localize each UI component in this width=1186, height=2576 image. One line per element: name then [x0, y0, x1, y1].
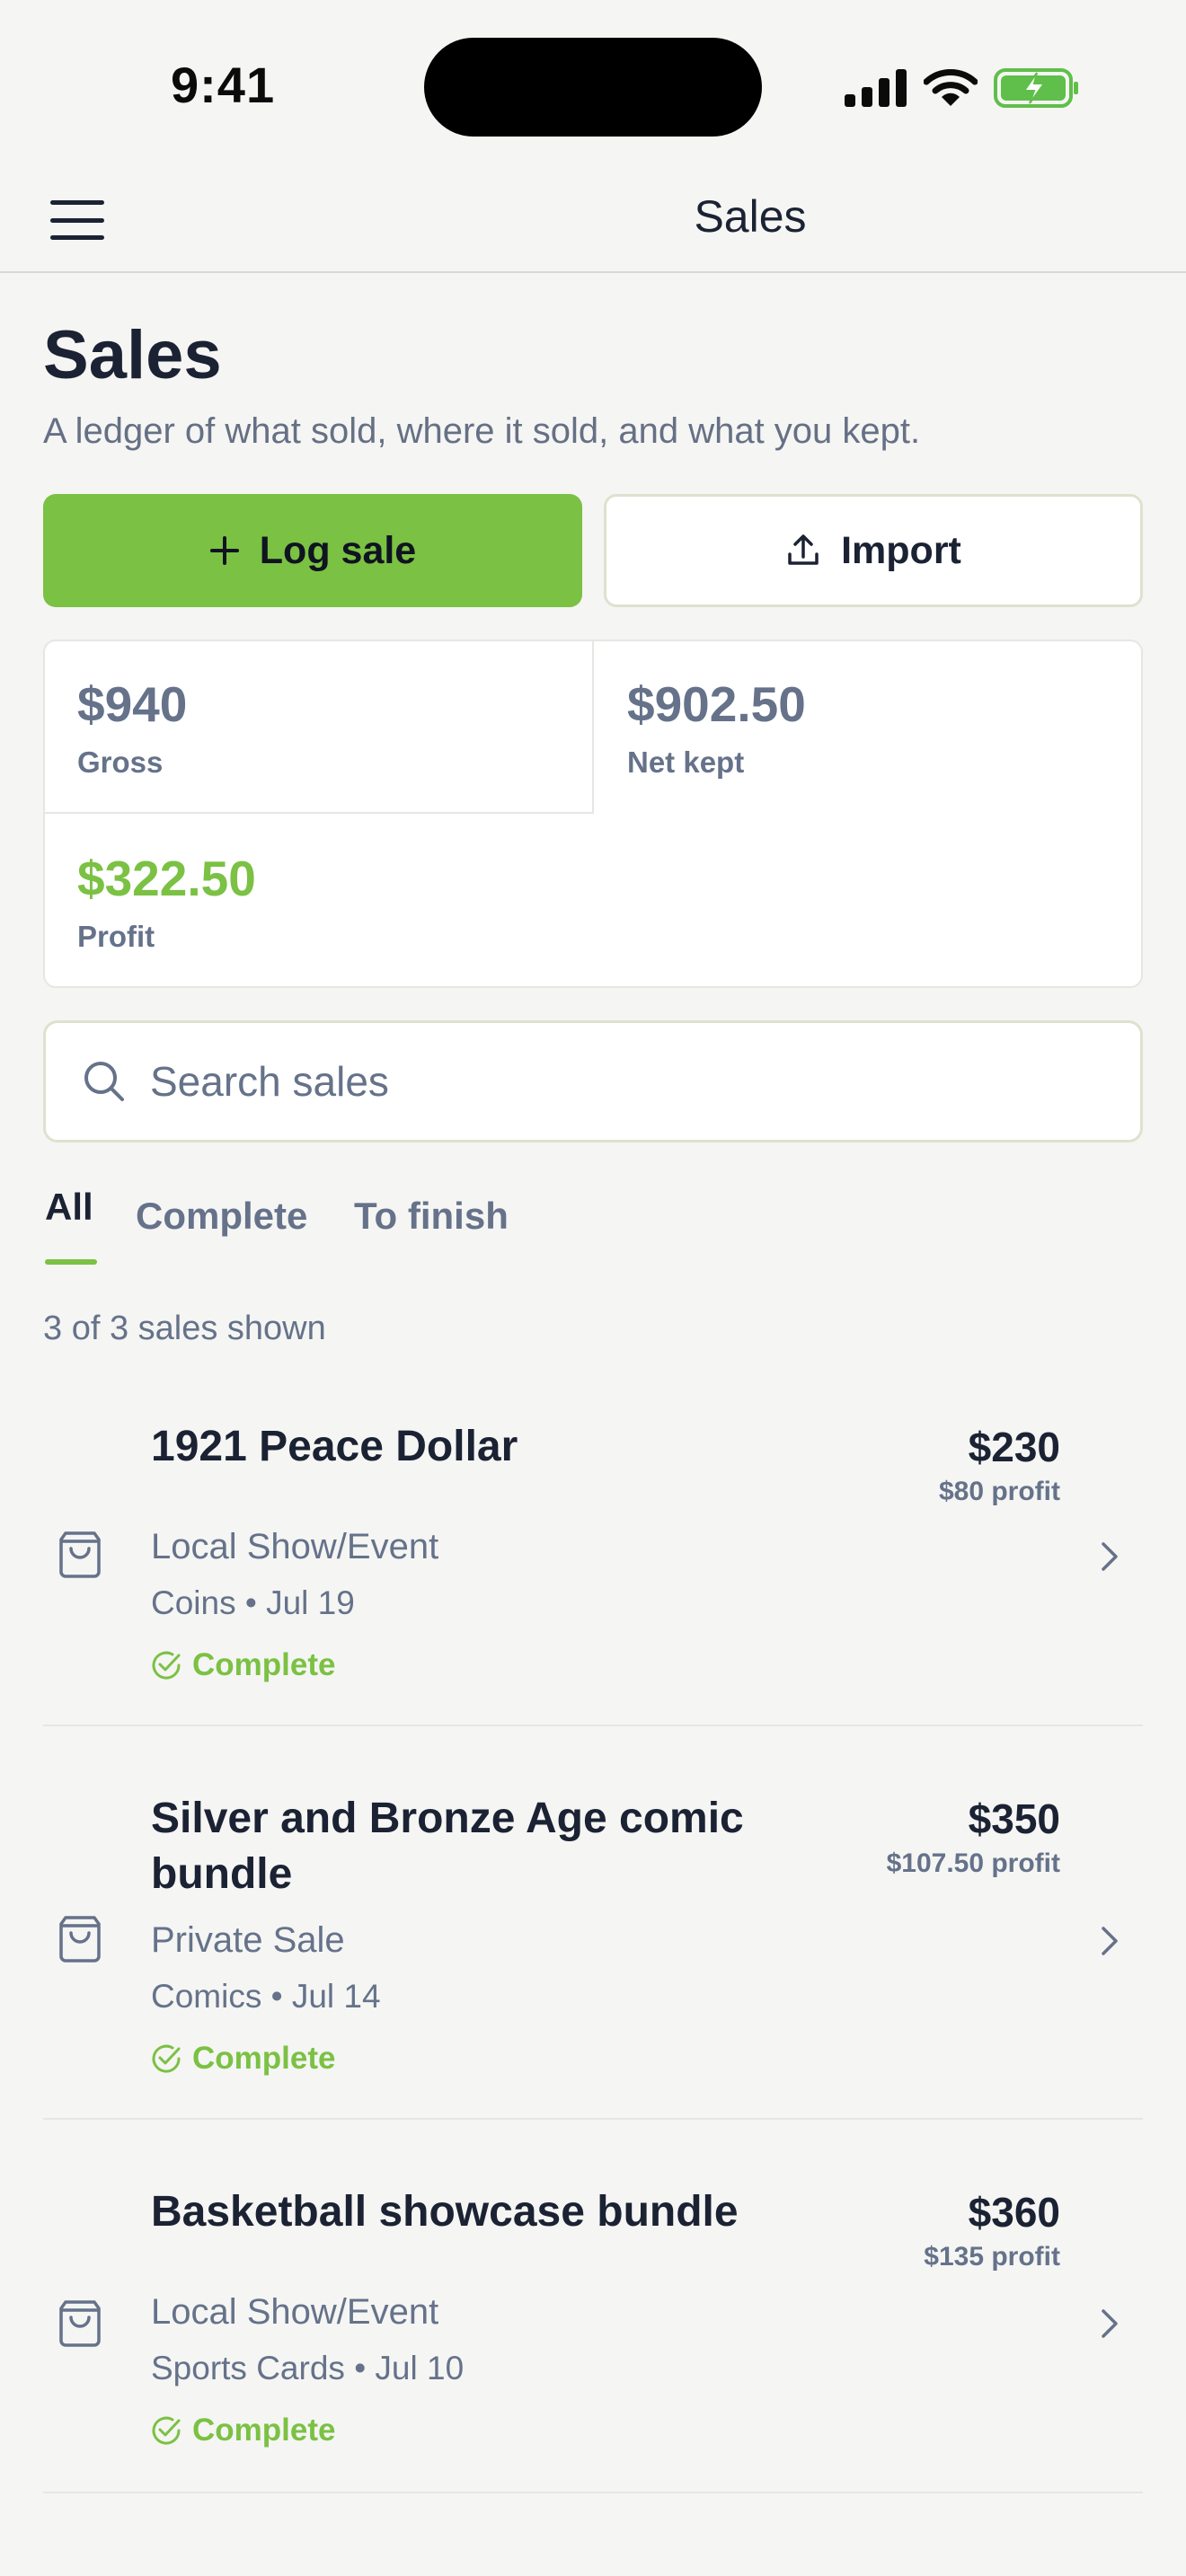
tab-complete[interactable]: Complete: [136, 1195, 307, 1238]
sale-price: $230: [968, 1424, 1060, 1470]
page-subtitle: A ledger of what sold, where it sold, an…: [43, 411, 921, 451]
status-label: Complete: [192, 1647, 336, 1682]
shopping-bag-icon: [59, 2300, 101, 2347]
search-input[interactable]: Search sales: [43, 1020, 1143, 1142]
profit-label: Profit: [77, 920, 155, 953]
row-divider: [43, 2492, 1143, 2493]
shopping-bag-icon: [59, 1531, 101, 1578]
signal-icon: [845, 69, 907, 107]
sale-status: Complete: [151, 2413, 335, 2448]
check-circle-icon: [152, 1651, 181, 1680]
sale-title-line-1: Silver and Bronze Age comic: [151, 1795, 744, 1842]
results-count: 3 of 3 sales shown: [43, 1310, 326, 1347]
gross-label: Gross: [77, 745, 164, 779]
dynamic-island: [424, 38, 762, 137]
check-circle-icon: [152, 2044, 181, 2073]
sale-meta: Coins • Jul 19: [151, 1584, 355, 1621]
log-sale-button[interactable]: Log sale: [43, 494, 582, 607]
search-icon: [84, 1062, 124, 1101]
wifi-icon: [924, 69, 978, 106]
sale-title-line-2: bundle: [151, 1850, 293, 1898]
status-label: Complete: [192, 2041, 336, 2076]
chevron-right-icon: [1102, 1927, 1118, 1955]
import-label: Import: [841, 528, 961, 572]
status-label: Complete: [192, 2413, 336, 2448]
tab-all[interactable]: All: [45, 1186, 93, 1229]
log-sale-label: Log sale: [259, 528, 417, 572]
sale-status: Complete: [151, 1647, 335, 1683]
shopping-bag-icon: [59, 1916, 101, 1963]
import-button[interactable]: Import: [604, 494, 1143, 607]
sale-source: Local Show/Event: [151, 2292, 439, 2332]
sale-profit: $107.50 profit: [886, 1848, 1060, 1878]
stats-divider: [592, 641, 594, 814]
plus-icon: [209, 536, 239, 565]
net-kept-value: $902.50: [627, 676, 806, 732]
sale-title: Basketball showcase bundle: [151, 2188, 739, 2236]
chevron-right-icon: [1102, 2309, 1118, 2338]
page-title: Sales: [43, 317, 222, 393]
tab-to-finish[interactable]: To finish: [354, 1195, 509, 1238]
sale-source: Local Show/Event: [151, 1527, 439, 1566]
sale-price: $360: [968, 2189, 1060, 2236]
tab-all-underline: [45, 1259, 97, 1265]
sale-title: 1921 Peace Dollar: [151, 1423, 518, 1470]
sale-price: $350: [968, 1795, 1060, 1842]
profit-value: $322.50: [77, 851, 256, 906]
sale-meta: Sports Cards • Jul 10: [151, 2350, 465, 2386]
stats-divider: [45, 812, 594, 814]
check-circle-icon: [152, 2416, 181, 2445]
gross-value: $940: [77, 676, 188, 732]
upload-icon: [788, 534, 819, 565]
sale-meta: Comics • Jul 14: [151, 1978, 381, 2015]
battery-charging-icon: [994, 68, 1078, 108]
sale-source: Private Sale: [151, 1920, 345, 1960]
sale-profit: $80 profit: [938, 1477, 1060, 1506]
nav-title: Sales: [694, 191, 807, 242]
status-icons: [845, 63, 1080, 113]
chevron-right-icon: [1102, 1542, 1118, 1571]
sale-status: Complete: [151, 2041, 335, 2077]
status-time: 9:41: [171, 57, 276, 113]
search-placeholder: Search sales: [150, 1058, 389, 1105]
net-kept-label: Net kept: [627, 745, 745, 779]
sale-profit: $135 profit: [924, 2242, 1060, 2272]
